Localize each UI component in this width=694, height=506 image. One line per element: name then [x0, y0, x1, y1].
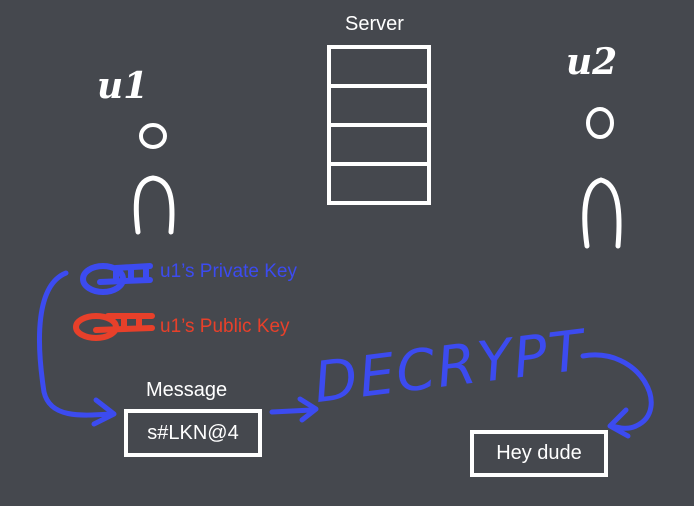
plaintext-box: Hey dude	[470, 430, 608, 477]
